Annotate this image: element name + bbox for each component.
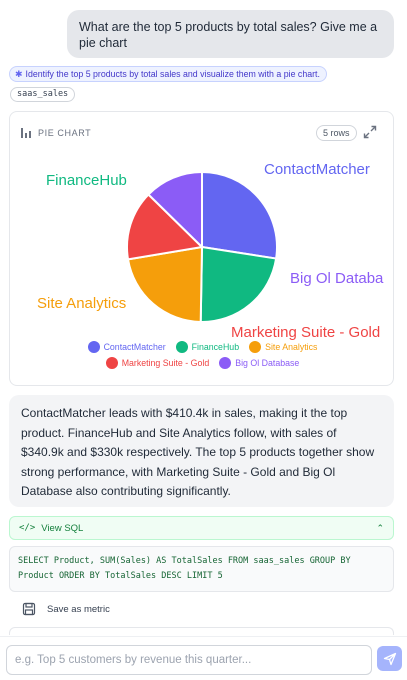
legend-item[interactable]: ContactMatcher [87, 341, 166, 353]
legend-item[interactable]: Site Analytics [249, 341, 317, 353]
intent-text: Identify the top 5 products by total sal… [25, 69, 320, 79]
user-message-bubble: What are the top 5 products by total sal… [67, 10, 394, 58]
chat-input-bar [0, 636, 407, 680]
send-button[interactable] [377, 646, 402, 671]
intent-chip: ✱ Identify the top 5 products by total s… [9, 66, 327, 82]
legend-item[interactable]: Big Ol Database [219, 357, 299, 369]
pie-slice-label: FinanceHub [46, 172, 127, 189]
sparkle-icon: ✱ [15, 69, 23, 79]
assistant-answer: ContactMatcher leads with $410.4k in sal… [9, 395, 394, 507]
save-as-metric-button[interactable]: Save as metric [22, 600, 110, 618]
pie-slice-0[interactable] [201, 170, 278, 260]
bar-chart-icon [21, 128, 32, 138]
expand-icon[interactable] [362, 124, 378, 140]
pie-slice-label: ContactMatcher [264, 161, 370, 178]
floppy-disk-icon [22, 602, 36, 616]
pie-slice-1[interactable] [199, 245, 278, 323]
send-icon [383, 652, 396, 665]
chart-header: PIE CHART [21, 128, 91, 138]
chart-card: ContactMatcher FinanceHub Site Analytics Ma… [9, 111, 394, 386]
pie-slice-label: Site Analytics [37, 295, 126, 312]
sql-query-block: SELECT Product, SUM(Sales) AS TotalSales… [9, 546, 394, 592]
rows-badge: 5 rows [316, 125, 357, 141]
table-chip[interactable]: saas_sales [10, 87, 76, 102]
pie-slice-label: Big Ol Databa [290, 270, 384, 287]
view-sql-toggle[interactable]: </> View SQL ⌃ [9, 516, 394, 540]
chevron-up-icon: ⌃ [376, 522, 384, 533]
code-icon: </> [19, 523, 36, 533]
next-message-card-edge [9, 627, 394, 635]
chart-type-label: PIE CHART [38, 128, 92, 138]
chart-legend: ContactMatcher FinanceHub Site Analytics… [10, 339, 395, 371]
query-input[interactable] [6, 645, 372, 675]
legend-item[interactable]: FinanceHub [175, 341, 239, 353]
save-as-metric-label: Save as metric [47, 603, 110, 615]
legend-item[interactable]: Marketing Suite - Gold [105, 357, 209, 369]
view-sql-label: View SQL [41, 522, 84, 534]
